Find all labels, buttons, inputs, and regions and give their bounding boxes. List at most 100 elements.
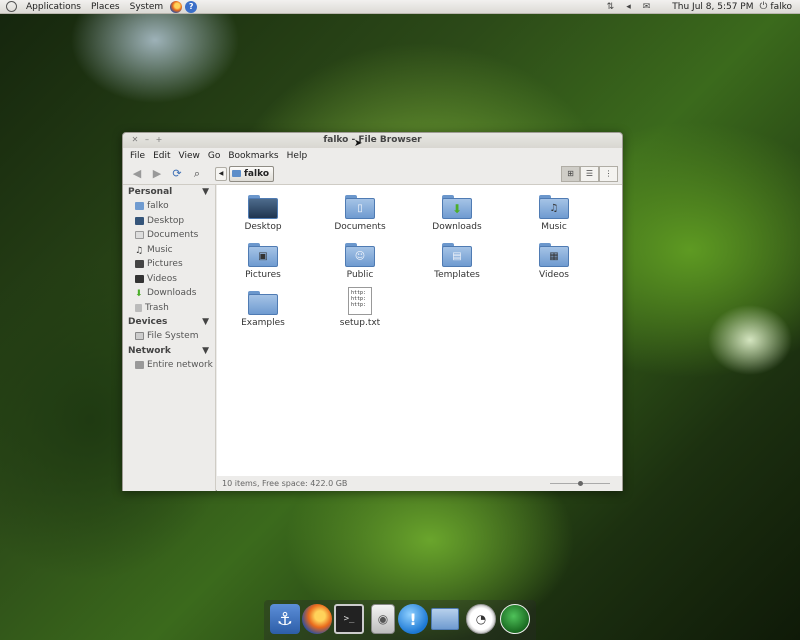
sidebar-item-pictures[interactable]: Pictures xyxy=(123,257,215,272)
toolbar: ◀ ▶ ⟳ ⌕ ◀ falko ⊞ ☰ ⋮ xyxy=(123,163,622,185)
power-icon[interactable]: ⏻ xyxy=(759,1,767,12)
dock-clock-icon[interactable]: ◔ xyxy=(466,604,496,634)
dock-anchor-icon[interactable]: ⚓ xyxy=(270,604,300,634)
search-icon[interactable]: ⌕ xyxy=(187,165,207,183)
sidebar-item-documents[interactable]: Documents xyxy=(123,228,215,243)
download-arrow-icon: ⬇ xyxy=(135,289,143,300)
collapse-icon[interactable]: ▼ xyxy=(202,317,209,327)
pictures-icon xyxy=(135,260,144,269)
back-icon[interactable]: ◀ xyxy=(127,165,147,183)
distro-logo-icon[interactable] xyxy=(6,1,17,12)
network-icon[interactable]: ⇅ xyxy=(607,2,615,12)
top-panel: Applications Places System ? ⇅ ◂ ✉ Thu J… xyxy=(0,0,800,14)
applications-menu[interactable]: Applications xyxy=(21,0,86,14)
music-folder-icon: ♫ xyxy=(539,198,569,219)
dock-green-orb-icon[interactable] xyxy=(500,604,530,634)
sidebar-item-trash[interactable]: Trash xyxy=(123,301,215,316)
public-folder-icon: ☺ xyxy=(345,246,375,267)
pictures-folder-icon: ▣ xyxy=(248,246,278,267)
sidebar: Personal ▼ falko Desktop Documents ♫ Music… xyxy=(123,185,216,491)
menubar: File Edit View Go Bookmarks Help xyxy=(123,148,622,163)
icon-view-icon[interactable]: ⊞ xyxy=(561,165,580,182)
firefox-launcher-icon[interactable] xyxy=(170,0,183,13)
home-folder-icon xyxy=(232,170,241,177)
sidebar-item-entire-network[interactable]: Entire network xyxy=(123,358,215,373)
sidebar-item-music[interactable]: ♫ Music xyxy=(123,243,215,258)
file-item-examples[interactable]: Examples xyxy=(220,291,306,328)
status-text: 10 items, Free space: 422.0 GB xyxy=(222,479,348,488)
sidebar-header-devices[interactable]: Devices ▼ xyxy=(123,315,215,329)
menu-view[interactable]: View xyxy=(175,151,204,161)
list-view-icon[interactable]: ☰ xyxy=(580,165,599,182)
examples-folder-icon xyxy=(248,294,278,315)
menu-edit[interactable]: Edit xyxy=(149,151,174,161)
documents-folder-icon: ▯ xyxy=(345,198,375,219)
dock-firefox-icon[interactable] xyxy=(302,604,332,634)
collapse-icon[interactable]: ▼ xyxy=(202,346,209,356)
home-icon xyxy=(135,202,144,211)
system-tray: ⇅ ◂ ✉ Thu Jul 8, 5:57 PM ⏻ falko xyxy=(601,0,800,14)
file-item-templates[interactable]: ▤ Templates xyxy=(414,243,500,280)
downloads-folder-icon: ⬇ xyxy=(442,198,472,219)
user-menu[interactable]: falko xyxy=(770,2,792,12)
system-menu[interactable]: System xyxy=(125,0,169,14)
file-item-music[interactable]: ♫ Music xyxy=(511,195,597,232)
window-title: falko - File Browser xyxy=(323,135,422,145)
dock-terminal-icon[interactable]: >_ xyxy=(334,604,364,634)
drive-icon xyxy=(135,332,144,341)
collapse-icon[interactable]: ▼ xyxy=(202,187,209,197)
file-item-downloads[interactable]: ⬇ Downloads xyxy=(414,195,500,232)
maximize-icon[interactable]: + xyxy=(153,134,165,146)
menu-file[interactable]: File xyxy=(126,151,149,161)
path-button-current[interactable]: falko xyxy=(229,165,275,182)
file-item-documents[interactable]: ▯ Documents xyxy=(317,195,403,232)
videos-folder-icon: ▦ xyxy=(539,246,569,267)
dock-drive-icon[interactable]: ◉ xyxy=(371,604,395,634)
statusbar: 10 items, Free space: 422.0 GB xyxy=(217,476,622,491)
mouse-cursor-icon: ➤ xyxy=(354,138,363,149)
compact-view-icon[interactable]: ⋮ xyxy=(599,165,618,182)
minimize-icon[interactable]: – xyxy=(141,134,153,146)
text-file-icon: http: http: http: xyxy=(348,287,372,315)
volume-icon[interactable]: ◂ xyxy=(626,2,631,12)
file-item-pictures[interactable]: ▣ Pictures xyxy=(220,243,306,280)
clock[interactable]: Thu Jul 8, 5:57 PM xyxy=(672,2,753,12)
sidebar-item-videos[interactable]: Videos xyxy=(123,272,215,287)
menu-help[interactable]: Help xyxy=(283,151,312,161)
sidebar-item-file-system[interactable]: File System xyxy=(123,329,215,344)
desktop-icon xyxy=(135,216,144,225)
reload-icon[interactable]: ⟳ xyxy=(167,165,187,183)
menu-go[interactable]: Go xyxy=(204,151,224,161)
videos-icon xyxy=(135,274,144,283)
file-item-videos[interactable]: ▦ Videos xyxy=(511,243,597,280)
music-icon: ♫ xyxy=(135,245,144,256)
sidebar-item-desktop[interactable]: Desktop xyxy=(123,214,215,229)
file-browser-window: ✕ – + falko - File Browser File Edit Vie… xyxy=(122,132,623,491)
document-icon xyxy=(135,231,144,240)
desktop-folder-icon xyxy=(248,198,278,219)
sidebar-header-personal[interactable]: Personal ▼ xyxy=(123,185,215,199)
dock-folder-icon[interactable] xyxy=(430,604,460,634)
menu-bookmarks[interactable]: Bookmarks xyxy=(224,151,282,161)
zoom-slider[interactable] xyxy=(550,481,610,486)
trash-icon xyxy=(135,303,142,312)
file-item-public[interactable]: ☺ Public xyxy=(317,243,403,280)
templates-folder-icon: ▤ xyxy=(442,246,472,267)
sidebar-item-downloads[interactable]: ⬇ Downloads xyxy=(123,286,215,301)
close-icon[interactable]: ✕ xyxy=(129,134,141,146)
path-scroll-left-icon[interactable]: ◀ xyxy=(215,166,227,181)
forward-icon[interactable]: ▶ xyxy=(147,165,167,183)
mail-icon[interactable]: ✉ xyxy=(643,2,651,12)
places-menu[interactable]: Places xyxy=(86,0,125,14)
titlebar[interactable]: ✕ – + falko - File Browser xyxy=(123,133,622,148)
sidebar-header-network[interactable]: Network ▼ xyxy=(123,344,215,358)
sidebar-item-falko[interactable]: falko xyxy=(123,199,215,214)
file-view[interactable]: Desktop ▯ Documents ⬇ Downloads ♫ Music … xyxy=(217,185,622,476)
help-launcher-icon[interactable]: ? xyxy=(185,0,198,13)
file-item-desktop[interactable]: Desktop xyxy=(220,195,306,232)
file-item-setup-txt[interactable]: http: http: http: setup.txt xyxy=(317,287,403,328)
zoom-slider-knob[interactable] xyxy=(578,481,583,486)
dock: ⚓ >_ ◉ ! ◔ xyxy=(264,600,536,640)
dock-notification-icon[interactable]: ! xyxy=(398,604,428,634)
network-folder-icon xyxy=(135,360,144,369)
